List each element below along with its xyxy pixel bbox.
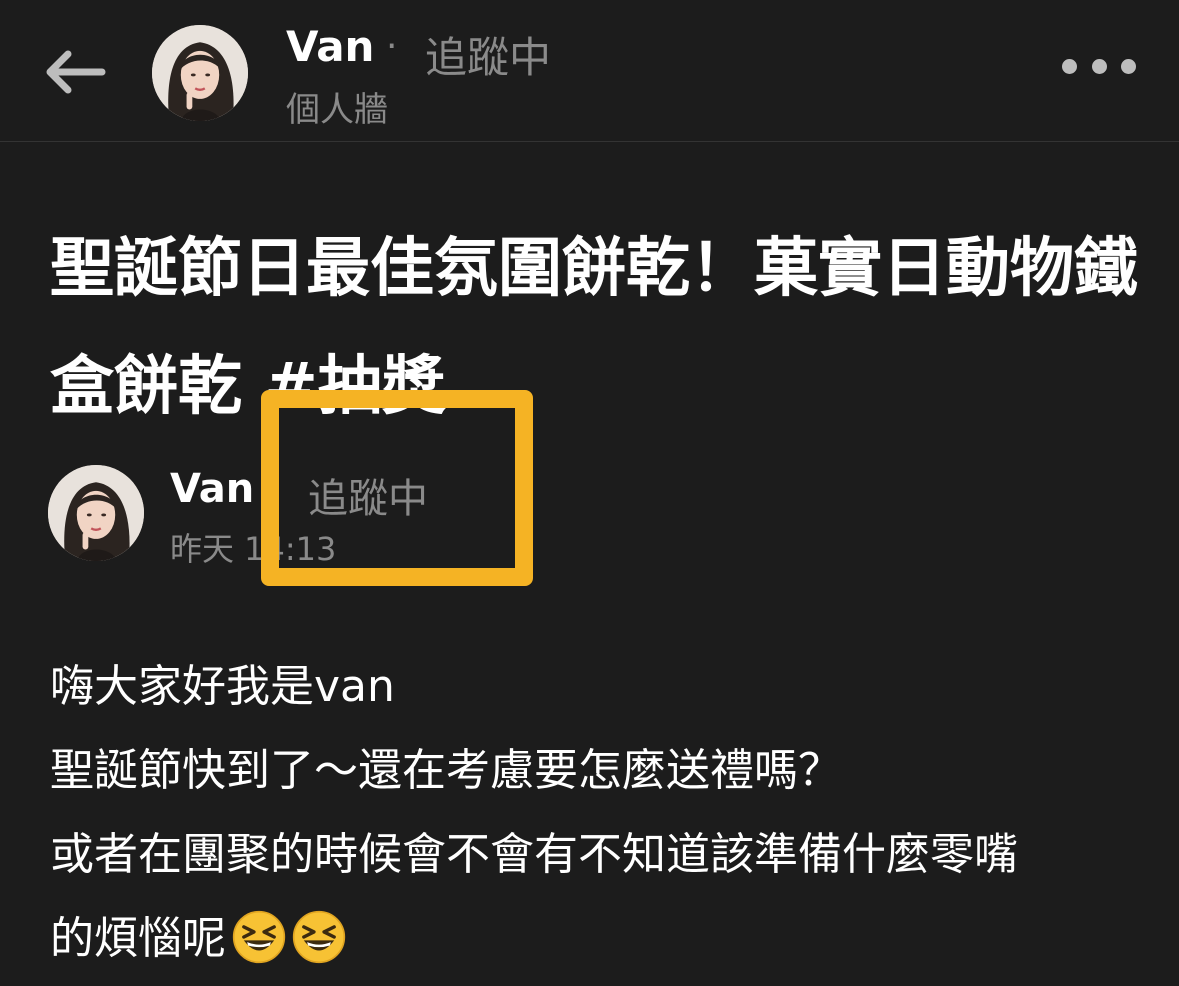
separator-dot: · (258, 470, 269, 508)
body-line: 或者在團聚的時候會不會有不知道該準備什麼零嘴 (50, 829, 1018, 880)
more-options-button[interactable] (1062, 48, 1136, 84)
post-timestamp: 昨天 14:13 (170, 530, 337, 568)
more-horizontal-icon (1121, 58, 1136, 74)
back-button[interactable] (38, 42, 110, 102)
post-title: 聖誕節日最佳氛圍餅乾！菓實日動物鐵盒餅乾 #抽獎 (50, 232, 1138, 424)
author-avatar[interactable] (48, 465, 144, 561)
more-horizontal-icon (1091, 58, 1107, 74)
body-line: 聖誕節快到了～還在考慮要怎麼送禮嗎？ (50, 745, 842, 796)
body-line-with-emoji: 的煩惱呢 (50, 897, 1150, 981)
body-line: 嗨大家好我是van (50, 661, 395, 712)
profile-subtitle: 個人牆 (286, 90, 388, 130)
author-follow-status[interactable]: 追蹤中 (308, 466, 428, 524)
more-horizontal-icon (1062, 58, 1077, 74)
post-body: 嗨大家好我是van 聖誕節快到了～還在考慮要怎麼送禮嗎？ 或者在團聚的時候會不會… (50, 645, 1150, 981)
avatar-photo (152, 25, 248, 121)
follow-status[interactable]: 追蹤中 (425, 24, 551, 85)
profile-name[interactable]: Van (286, 22, 374, 71)
author-name[interactable]: Van (170, 466, 254, 512)
top-bar: Van · 追蹤中 個人牆 (0, 0, 1179, 142)
separator-dot: · (386, 26, 398, 67)
grinning-squinting-face-icon (232, 910, 286, 964)
avatar-photo (48, 465, 144, 561)
arrow-left-icon (46, 50, 106, 94)
avatar[interactable] (152, 25, 248, 121)
body-line: 的煩惱呢 (50, 913, 226, 964)
grinning-squinting-face-icon (292, 910, 346, 964)
